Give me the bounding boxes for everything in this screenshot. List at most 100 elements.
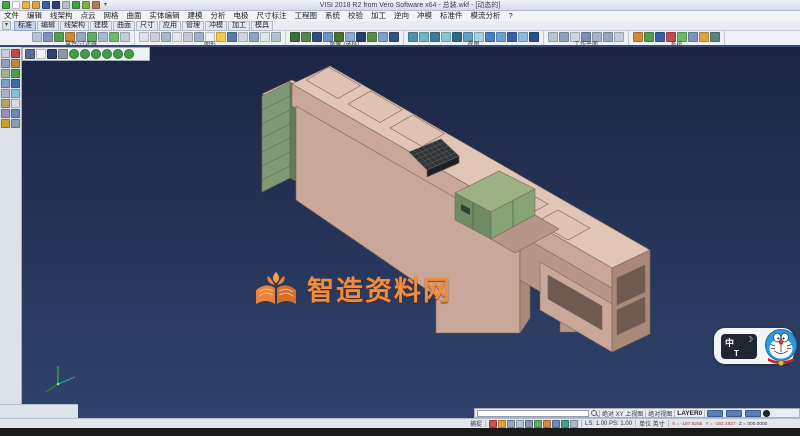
- ribbon-icon[interactable]: [452, 32, 462, 42]
- ribbon-icon[interactable]: [345, 32, 355, 42]
- ribbon-icon[interactable]: [644, 32, 654, 42]
- palette-tool-icon[interactable]: [11, 119, 20, 128]
- ribbon-icon[interactable]: [559, 32, 569, 42]
- ribbon-icon[interactable]: [290, 32, 300, 42]
- menu-item[interactable]: 逆向: [390, 11, 413, 21]
- import-icon[interactable]: [32, 1, 40, 9]
- ribbon-icon[interactable]: [570, 32, 580, 42]
- status-circle-icon[interactable]: [763, 410, 770, 417]
- ribbon-icon[interactable]: [54, 32, 64, 42]
- toolbar-tab[interactable]: 模具: [251, 21, 273, 31]
- ribbon-icon[interactable]: [463, 32, 473, 42]
- ribbon-icon[interactable]: [548, 32, 558, 42]
- selection-tool-icon[interactable]: [69, 49, 79, 59]
- toolbar-tab[interactable]: 应用: [159, 21, 181, 31]
- palette-tool-icon[interactable]: [11, 109, 20, 118]
- palette-tool-icon[interactable]: [11, 59, 20, 68]
- status-segment[interactable]: [726, 410, 742, 417]
- ribbon-icon[interactable]: [518, 32, 528, 42]
- ribbon-icon[interactable]: [408, 32, 418, 42]
- snap-tool-icon[interactable]: [489, 420, 497, 428]
- undo-icon[interactable]: [72, 1, 80, 9]
- print-icon[interactable]: [62, 1, 70, 9]
- tab-dropdown-icon[interactable]: ▾: [2, 21, 11, 30]
- app-logo-icon[interactable]: [2, 1, 10, 9]
- status-segment[interactable]: [707, 410, 723, 417]
- toolbar-tab[interactable]: 尺寸: [136, 21, 158, 31]
- ribbon-icon[interactable]: [666, 32, 676, 42]
- selection-tool-icon[interactable]: [36, 49, 46, 59]
- ribbon-icon[interactable]: [301, 32, 311, 42]
- ribbon-icon[interactable]: [614, 32, 624, 42]
- menu-item[interactable]: 实体编辑: [146, 11, 184, 21]
- ribbon-icon[interactable]: [334, 32, 344, 42]
- palette-tool-icon[interactable]: [1, 109, 10, 118]
- ribbon-icon[interactable]: [699, 32, 709, 42]
- ribbon-icon[interactable]: [441, 32, 451, 42]
- palette-tool-icon[interactable]: [11, 99, 20, 108]
- menu-item[interactable]: 标准件: [436, 11, 467, 21]
- ribbon-icon[interactable]: [474, 32, 484, 42]
- capture-icon[interactable]: [92, 1, 100, 9]
- snap-label[interactable]: 捕捉: [470, 419, 482, 428]
- ribbon-icon[interactable]: [581, 32, 591, 42]
- ribbon-icon[interactable]: [43, 32, 53, 42]
- menu-item[interactable]: 点云: [77, 11, 100, 21]
- ribbon-icon[interactable]: [356, 32, 366, 42]
- snap-tool-icon[interactable]: [525, 420, 533, 428]
- selection-tool-icon[interactable]: [47, 49, 57, 59]
- toolbar-tab[interactable]: 建模: [90, 21, 112, 31]
- menu-item[interactable]: 建模: [184, 11, 207, 21]
- command-input[interactable]: [477, 410, 589, 417]
- view-mode-label[interactable]: 绝对 XY 上视图: [602, 409, 643, 418]
- menu-item[interactable]: 系统: [321, 11, 344, 21]
- palette-tool-icon[interactable]: [1, 119, 10, 128]
- ribbon-icon[interactable]: [485, 32, 495, 42]
- layer-indicator[interactable]: LAYER0: [677, 410, 702, 417]
- menu-item[interactable]: 编辑: [23, 11, 46, 21]
- ribbon-icon[interactable]: [710, 32, 720, 42]
- menu-item[interactable]: 曲面: [123, 11, 146, 21]
- snap-tool-icon[interactable]: [507, 420, 515, 428]
- ribbon-icon[interactable]: [32, 32, 42, 42]
- ribbon-icon[interactable]: [109, 32, 119, 42]
- ribbon-icon[interactable]: [677, 32, 687, 42]
- ribbon-icon[interactable]: [98, 32, 108, 42]
- selection-tool-icon[interactable]: [25, 49, 35, 59]
- palette-tool-icon[interactable]: [11, 49, 20, 58]
- menu-item[interactable]: 模流分析: [467, 11, 505, 21]
- ribbon-icon[interactable]: [172, 32, 182, 42]
- ribbon-icon[interactable]: [87, 32, 97, 42]
- palette-tool-icon[interactable]: [1, 99, 10, 108]
- save-icon[interactable]: [42, 1, 50, 9]
- snap-tool-icon[interactable]: [561, 420, 569, 428]
- menu-item[interactable]: 网格: [100, 11, 123, 21]
- selection-tool-icon[interactable]: [58, 49, 68, 59]
- selection-tool-icon[interactable]: [91, 49, 101, 59]
- palette-tool-icon[interactable]: [1, 59, 10, 68]
- ribbon-icon[interactable]: [419, 32, 429, 42]
- 3d-viewport[interactable]: [0, 47, 800, 418]
- toolbar-tab[interactable]: 曲面: [113, 21, 135, 31]
- toolbar-tab[interactable]: 冲模: [205, 21, 227, 31]
- menu-item[interactable]: 冲模: [413, 11, 436, 21]
- redo-icon[interactable]: [82, 1, 90, 9]
- snap-tool-icon[interactable]: [534, 420, 542, 428]
- selection-tool-icon[interactable]: [124, 49, 134, 59]
- ribbon-icon[interactable]: [529, 32, 539, 42]
- toolbar-tab[interactable]: 线架构: [60, 21, 89, 31]
- ribbon-icon[interactable]: [655, 32, 665, 42]
- open-file-icon[interactable]: [22, 1, 30, 9]
- menu-item[interactable]: 尺寸标注: [253, 11, 291, 21]
- snap-tool-icon[interactable]: [552, 420, 560, 428]
- toolbar-tab[interactable]: 编辑: [37, 21, 59, 31]
- ribbon-icon[interactable]: [633, 32, 643, 42]
- palette-tool-icon[interactable]: [11, 79, 20, 88]
- menu-item[interactable]: 校验: [344, 11, 367, 21]
- toolbar-tab[interactable]: 加工: [228, 21, 250, 31]
- snap-tool-icon[interactable]: [498, 420, 506, 428]
- units-label[interactable]: 单位 英寸: [639, 419, 665, 428]
- selection-tool-icon[interactable]: [113, 49, 123, 59]
- ribbon-icon[interactable]: [389, 32, 399, 42]
- ribbon-icon[interactable]: [496, 32, 506, 42]
